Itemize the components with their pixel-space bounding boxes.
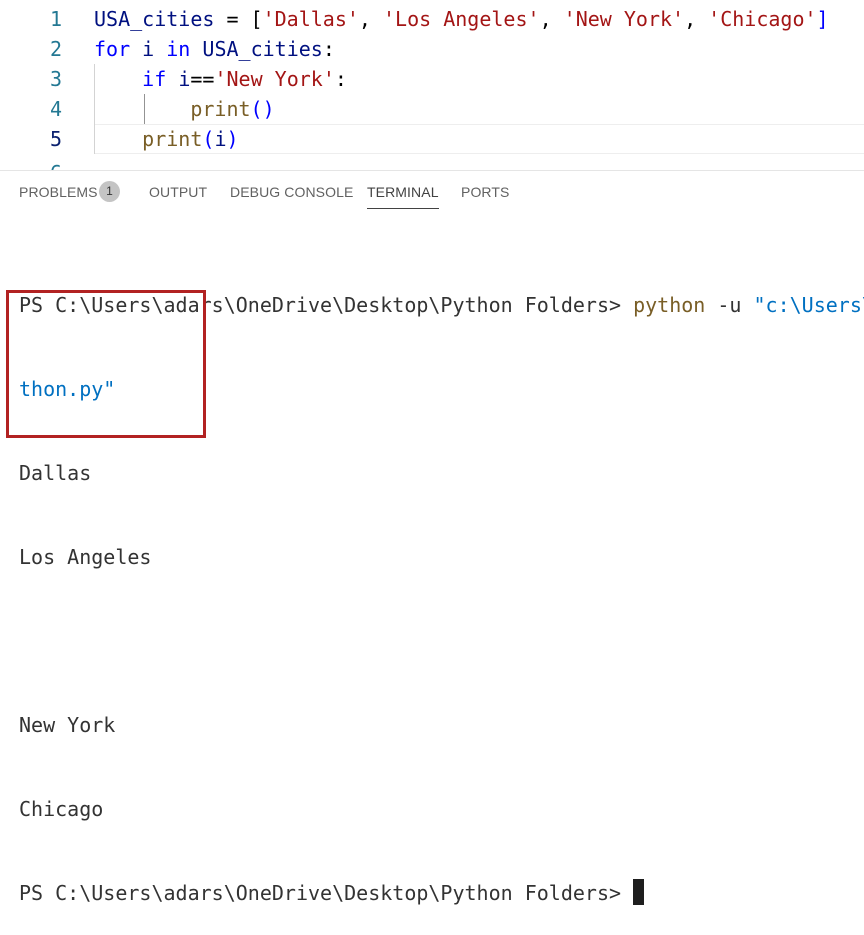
code-token: for xyxy=(94,37,131,61)
code-token: i xyxy=(142,37,155,61)
code-line[interactable]: 1 USA_cities = ['Dallas', 'Los Angeles', … xyxy=(0,4,864,34)
line-number: 4 xyxy=(49,97,62,121)
code-token: : xyxy=(322,37,335,61)
terminal-final-line: PS C:\Users\adars\OneDrive\Desktop\Pytho… xyxy=(19,879,864,907)
code-token: 'Chicago' xyxy=(708,7,817,31)
code-token: ] xyxy=(816,7,829,31)
terminal-command: python xyxy=(633,293,706,317)
code-text: for i in USA_cities: xyxy=(94,34,335,64)
line-number: 3 xyxy=(49,67,62,91)
code-token: : xyxy=(334,67,347,91)
code-token: , xyxy=(358,7,384,31)
terminal-cursor xyxy=(633,879,645,905)
code-token: print xyxy=(190,97,251,121)
tab-output[interactable]: OUTPUT xyxy=(149,171,207,211)
code-token: USA_cities xyxy=(94,7,215,31)
code-line[interactable]: 4 print() xyxy=(0,94,864,124)
code-token: ( xyxy=(202,127,215,151)
code-token: 'New York' xyxy=(563,7,685,31)
tab-ports[interactable]: PORTS xyxy=(461,171,509,211)
tab-terminal[interactable]: TERMINAL xyxy=(367,171,439,211)
code-token: i xyxy=(214,127,227,151)
line-number: 6 xyxy=(0,158,62,170)
line-number: 2 xyxy=(49,37,62,61)
output-line: Chicago xyxy=(19,797,104,821)
code-token: 'New York' xyxy=(214,67,335,91)
code-token: print xyxy=(142,127,203,151)
output-line: Dallas xyxy=(19,461,92,485)
code-token: i xyxy=(178,67,191,91)
code-text: print(i) xyxy=(94,124,239,154)
tab-debug-console[interactable]: DEBUG CONSOLE xyxy=(230,171,353,211)
code-text: USA_cities = ['Dallas', 'Los Angeles', '… xyxy=(94,4,829,34)
output-line: Los Angeles xyxy=(19,545,152,569)
output-line: New York xyxy=(19,713,116,737)
code-token: , xyxy=(539,7,564,31)
code-editor[interactable]: 1 USA_cities = ['Dallas', 'Los Angeles', … xyxy=(0,0,864,170)
code-line[interactable]: 5 print(i) xyxy=(0,124,864,154)
code-text: print() xyxy=(94,94,275,124)
panel-tabs: PROBLEMS 1 OUTPUT DEBUG CONSOLE TERMINAL… xyxy=(0,171,864,211)
terminal-prompt: PS C:\Users\adars\OneDrive\Desktop\Pytho… xyxy=(19,881,634,905)
code-line[interactable]: 3 if i=='New York': xyxy=(0,64,864,94)
code-line[interactable]: 2 for i in USA_cities: xyxy=(0,34,864,64)
line-number: 1 xyxy=(49,7,62,31)
terminal-flag: -u xyxy=(705,293,754,317)
code-text: if i=='New York': xyxy=(94,64,347,94)
code-token: if xyxy=(142,67,167,91)
code-token: , xyxy=(684,7,709,31)
code-token: [ xyxy=(250,7,263,31)
terminal-path: "c:\Users\ xyxy=(753,293,864,317)
code-token: 'Dallas' xyxy=(262,7,359,31)
line-number: 5 xyxy=(49,127,62,151)
problems-count-badge: 1 xyxy=(99,181,120,202)
code-token: ) xyxy=(226,127,239,151)
code-token: () xyxy=(250,97,275,121)
code-token: = xyxy=(214,7,251,31)
code-token: in xyxy=(166,37,191,61)
tab-problems[interactable]: PROBLEMS xyxy=(19,171,98,211)
code-token: == xyxy=(190,67,215,91)
code-token: USA_cities xyxy=(202,37,323,61)
code-token: 'Los Angeles' xyxy=(383,7,540,31)
output-highlight-box xyxy=(6,290,206,438)
